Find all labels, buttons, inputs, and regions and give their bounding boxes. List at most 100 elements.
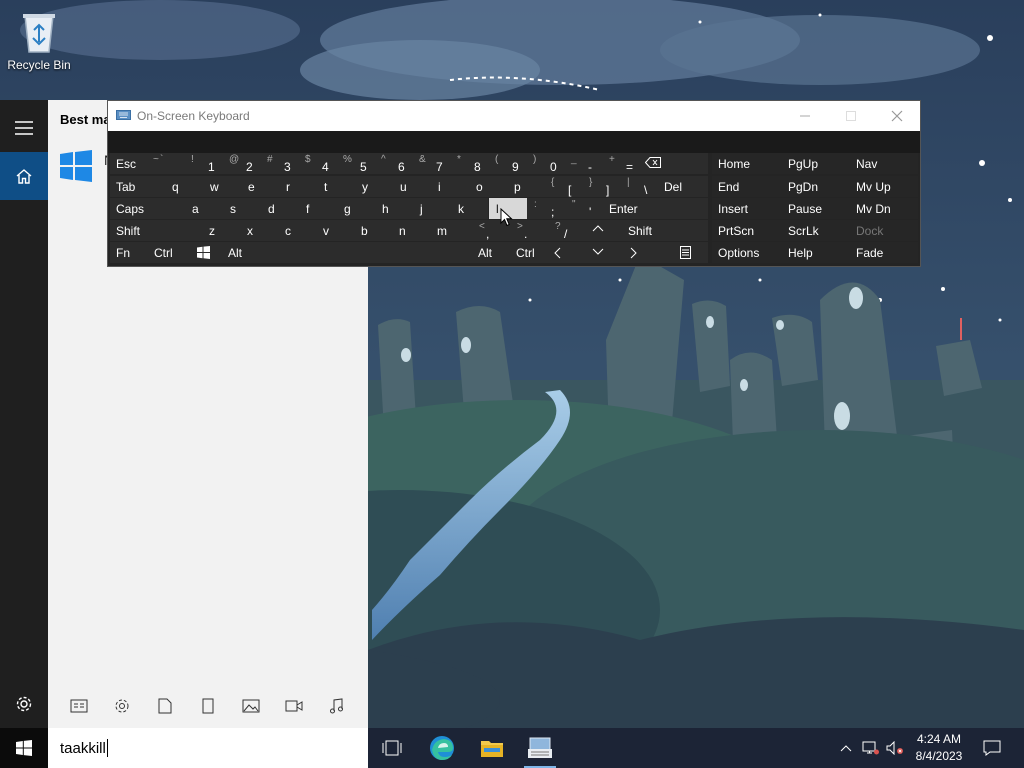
key-alt-left[interactable]: Alt: [222, 242, 260, 263]
key-h[interactable]: h: [374, 198, 412, 219]
key-f[interactable]: f: [298, 198, 336, 219]
key-equals[interactable]: + =: [602, 153, 640, 174]
key-k[interactable]: k: [450, 198, 488, 219]
on-screen-keyboard-taskbar-button[interactable]: [516, 728, 564, 768]
key-r[interactable]: r: [278, 176, 316, 197]
osk-title-bar[interactable]: On-Screen Keyboard: [108, 101, 920, 131]
key-context-menu[interactable]: [660, 242, 708, 263]
key-x[interactable]: x: [244, 220, 282, 241]
key-tab[interactable]: Tab: [110, 176, 164, 197]
key-shift-left[interactable]: Shift: [110, 220, 206, 241]
key-arrow-left[interactable]: [548, 242, 586, 263]
key-0[interactable]: ) 0: [526, 153, 564, 174]
key-s[interactable]: s: [222, 198, 260, 219]
key-slash[interactable]: ? /: [548, 220, 586, 241]
key-g[interactable]: g: [336, 198, 374, 219]
show-hidden-icons-button[interactable]: [836, 728, 856, 768]
key-nav[interactable]: Nav: [850, 153, 918, 174]
key-minus[interactable]: _ -: [564, 153, 602, 174]
key-prtscn[interactable]: PrtScn: [712, 220, 782, 241]
key-home[interactable]: Home: [712, 153, 782, 174]
key-fade[interactable]: Fade: [850, 242, 918, 263]
key-alt-right[interactable]: Alt: [472, 242, 510, 263]
key-p[interactable]: p: [506, 176, 544, 197]
minimize-button[interactable]: [782, 101, 828, 131]
key-help[interactable]: Help: [782, 242, 850, 263]
home-button[interactable]: [0, 152, 48, 200]
best-match-result[interactable]: [60, 150, 92, 187]
key-m[interactable]: m: [434, 220, 472, 241]
key-z[interactable]: z: [206, 220, 244, 241]
key-scrlk[interactable]: ScrLk: [782, 220, 850, 241]
key-i[interactable]: i: [430, 176, 468, 197]
key-end[interactable]: End: [712, 176, 782, 197]
key-a[interactable]: a: [184, 198, 222, 219]
key-v[interactable]: v: [320, 220, 358, 241]
key-options[interactable]: Options: [712, 242, 782, 263]
key-w[interactable]: w: [202, 176, 240, 197]
key-4[interactable]: $4: [298, 153, 336, 174]
volume-button[interactable]: [884, 728, 906, 768]
task-view-button[interactable]: [368, 728, 416, 768]
key-j[interactable]: j: [412, 198, 450, 219]
key-quote[interactable]: " ': [565, 198, 603, 219]
key-right-bracket[interactable]: }]: [582, 176, 620, 197]
key-e[interactable]: e: [240, 176, 278, 197]
key-esc[interactable]: Esc: [110, 153, 146, 174]
music-filter-button[interactable]: [321, 691, 351, 721]
key-b[interactable]: b: [358, 220, 396, 241]
documents-filter-button[interactable]: [150, 691, 180, 721]
key-o[interactable]: o: [468, 176, 506, 197]
key-1[interactable]: ! 1: [184, 153, 222, 174]
key-period[interactable]: >.: [510, 220, 548, 241]
key-t[interactable]: t: [316, 176, 354, 197]
key-move-up[interactable]: Mv Up: [850, 176, 918, 197]
key-left-bracket[interactable]: {[: [544, 176, 582, 197]
key-c[interactable]: c: [282, 220, 320, 241]
clock[interactable]: 4:24 AM 8/4/2023: [906, 731, 972, 765]
key-7[interactable]: & 7: [412, 153, 450, 174]
key-backtick[interactable]: ~ `: [146, 153, 184, 174]
key-6[interactable]: ^ 6: [374, 153, 412, 174]
key-n[interactable]: n: [396, 220, 434, 241]
key-9[interactable]: (9: [488, 153, 526, 174]
key-ctrl-left[interactable]: Ctrl: [148, 242, 188, 263]
recycle-bin-shortcut[interactable]: Recycle Bin: [4, 6, 74, 72]
key-semicolon[interactable]: :;: [527, 198, 565, 219]
key-space[interactable]: [260, 242, 472, 263]
key-caps[interactable]: Caps: [110, 198, 184, 219]
key-dock[interactable]: Dock: [850, 220, 918, 241]
key-arrow-right[interactable]: [622, 242, 660, 263]
key-pause[interactable]: Pause: [782, 198, 850, 219]
key-d[interactable]: d: [260, 198, 298, 219]
key-shift-right[interactable]: Shift: [622, 220, 708, 241]
tablet-filter-button[interactable]: [193, 691, 223, 721]
settings-filter-button[interactable]: [107, 691, 137, 721]
key-fn[interactable]: Fn: [110, 242, 148, 263]
key-arrow-up[interactable]: [586, 220, 622, 241]
key-5[interactable]: % 5: [336, 153, 374, 174]
key-q[interactable]: q: [164, 176, 202, 197]
key-pgdn[interactable]: PgDn: [782, 176, 850, 197]
maximize-button[interactable]: [828, 101, 874, 131]
key-3[interactable]: #3: [260, 153, 298, 174]
settings-button[interactable]: [0, 680, 48, 728]
file-explorer-button[interactable]: [468, 728, 516, 768]
key-delete[interactable]: Del: [658, 176, 708, 197]
expand-menu-button[interactable]: [0, 104, 48, 152]
network-button[interactable]: [860, 728, 882, 768]
key-insert[interactable]: Insert: [712, 198, 782, 219]
key-pgup[interactable]: PgUp: [782, 153, 850, 174]
apps-filter-button[interactable]: [64, 691, 94, 721]
key-arrow-down[interactable]: [586, 242, 622, 263]
photos-filter-button[interactable]: [236, 691, 266, 721]
key-windows[interactable]: [188, 242, 222, 263]
key-8[interactable]: * 8: [450, 153, 488, 174]
close-button[interactable]: [874, 101, 920, 131]
key-backslash[interactable]: | \: [620, 176, 658, 197]
action-center-button[interactable]: [976, 728, 1008, 768]
key-2[interactable]: @2: [222, 153, 260, 174]
key-enter[interactable]: Enter: [603, 198, 708, 219]
key-ctrl-right[interactable]: Ctrl: [510, 242, 548, 263]
key-move-down[interactable]: Mv Dn: [850, 198, 918, 219]
